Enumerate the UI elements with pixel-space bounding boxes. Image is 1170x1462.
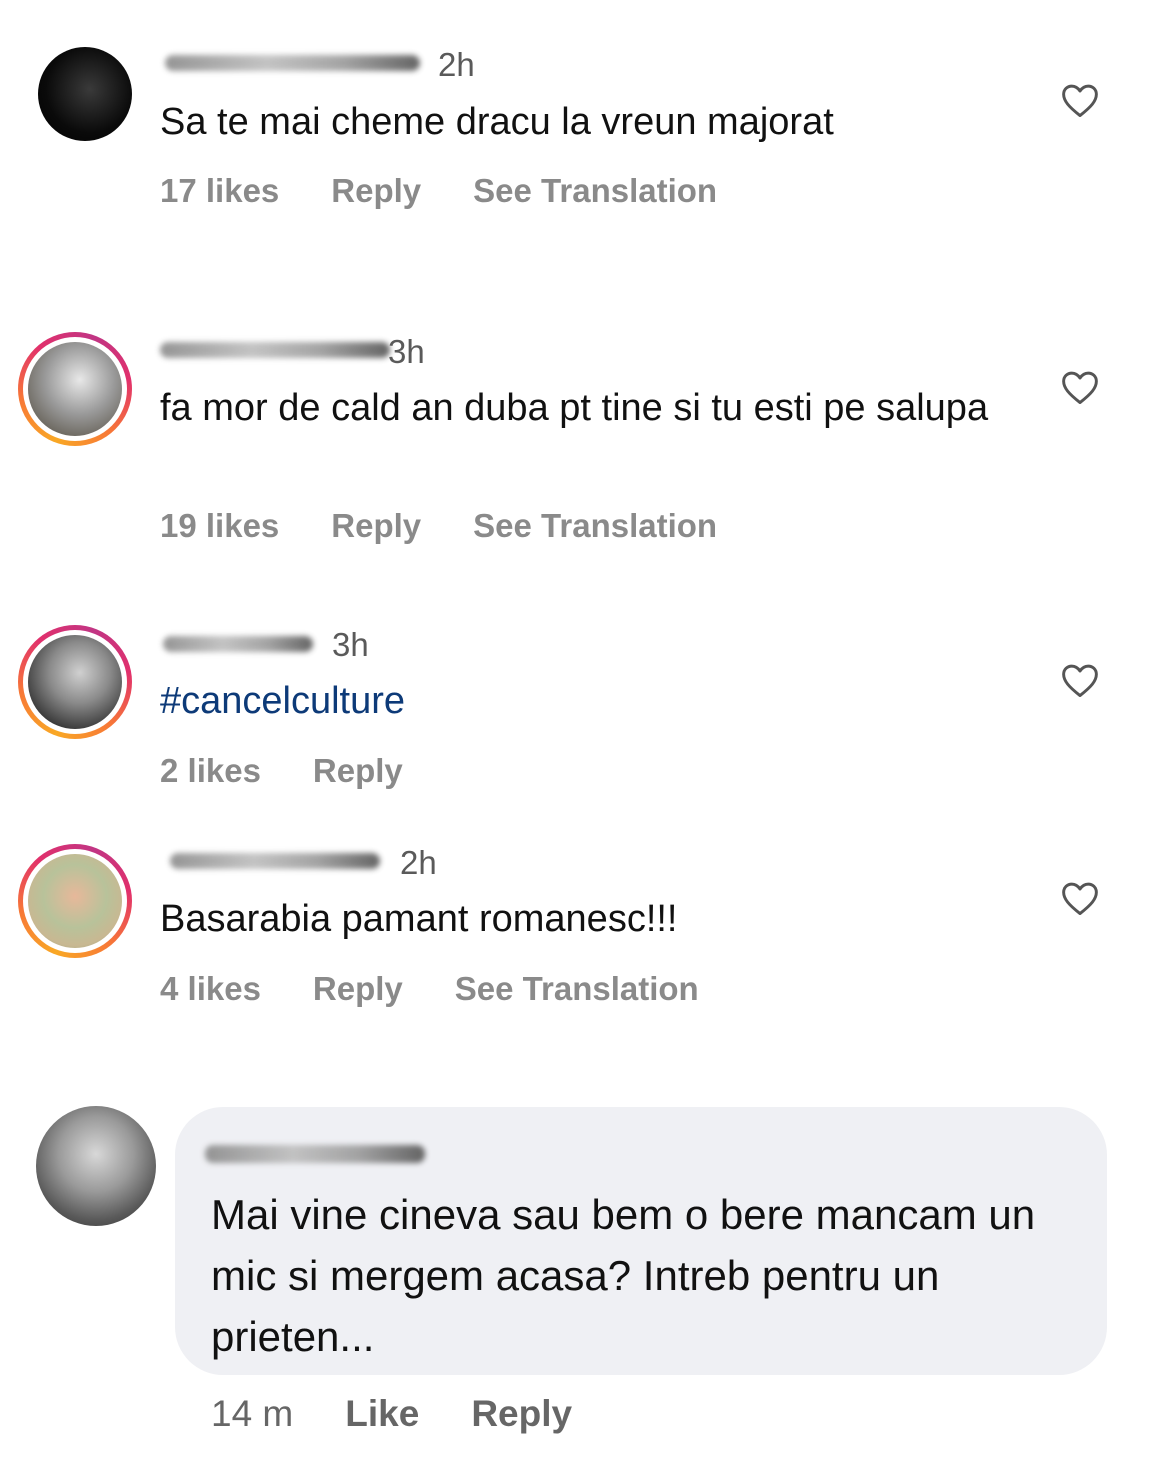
see-translation-button[interactable]: See Translation [455, 970, 699, 1008]
comment-text: Basarabia pamant romanesc!!! [160, 898, 678, 940]
likes-count[interactable]: 4 likes [160, 970, 261, 1008]
comment-actions: 2 likes Reply [160, 752, 455, 790]
comment-time: 2h [400, 844, 437, 881]
reply-button[interactable]: Reply [313, 752, 403, 790]
comment-text: Mai vine cineva sau bem o bere mancam un… [211, 1191, 1036, 1360]
comment-text: Sa te mai cheme dracu la vreun majorat [160, 101, 834, 143]
likes-count[interactable]: 19 likes [160, 507, 279, 545]
comment-actions: 19 likes Reply See Translation [160, 507, 769, 545]
reply-button[interactable]: Reply [313, 970, 403, 1008]
avatar [28, 635, 122, 729]
blurred-username[interactable] [163, 636, 313, 652]
comment-time: 3h [332, 626, 369, 663]
comment-time: 14 m [211, 1393, 294, 1434]
comment-actions: 4 likes Reply See Translation [160, 970, 751, 1008]
see-translation-button[interactable]: See Translation [473, 507, 717, 545]
reply-button[interactable]: Reply [331, 507, 421, 545]
comment-actions: 17 likes Reply See Translation [160, 172, 769, 210]
likes-count[interactable]: 2 likes [160, 752, 261, 790]
avatar[interactable] [38, 47, 132, 141]
blurred-username[interactable] [170, 853, 380, 869]
see-translation-button[interactable]: See Translation [473, 172, 717, 210]
like-button[interactable]: Like [345, 1393, 419, 1435]
avatar [28, 854, 122, 948]
reply-button[interactable]: Reply [471, 1393, 572, 1435]
heart-outline-icon[interactable] [1060, 82, 1100, 118]
comment-text: fa mor de cald an duba pt tine si tu est… [160, 387, 989, 429]
reply-button[interactable]: Reply [331, 172, 421, 210]
avatar[interactable] [36, 1106, 156, 1226]
blurred-username[interactable] [165, 55, 420, 71]
comment-time: 2h [438, 46, 475, 83]
heart-outline-icon[interactable] [1060, 880, 1100, 916]
comment-time: 3h [388, 333, 425, 370]
blurred-username[interactable] [160, 342, 390, 358]
heart-outline-icon[interactable] [1060, 369, 1100, 405]
hashtag-link[interactable]: #cancelculture [160, 677, 405, 726]
likes-count[interactable]: 17 likes [160, 172, 279, 210]
avatar [28, 342, 122, 436]
heart-outline-icon[interactable] [1060, 662, 1100, 698]
comment-1: 2h Sa te mai cheme dracu la vreun majora… [0, 0, 1170, 240]
blurred-username[interactable] [205, 1145, 425, 1163]
comment-actions: 14 m Like Reply [211, 1393, 624, 1435]
